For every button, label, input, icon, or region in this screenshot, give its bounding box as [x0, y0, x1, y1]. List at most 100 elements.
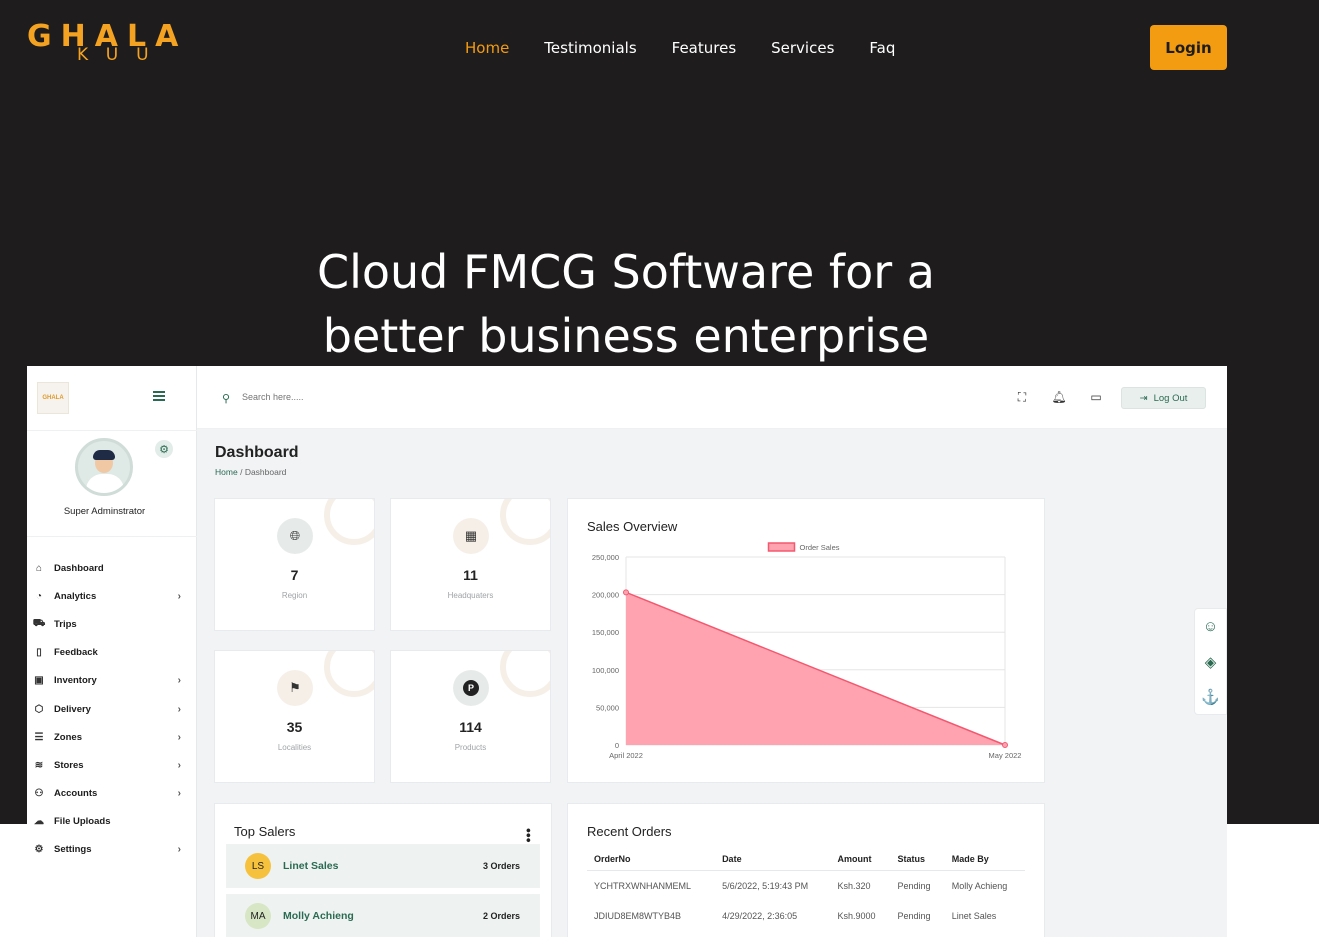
dashboard-topbar: ⚲ ⛶ 🔔︎ ▭ ⇥ Log Out	[197, 366, 1227, 429]
logo-text-sub: KUU	[77, 45, 167, 65]
chevron-right-icon: ›	[177, 675, 181, 687]
sidebar-menu: ⌂ Dashboard ◔ Analytics › ⛟ Trips ▯ Feedback …	[33, 554, 183, 864]
breadcrumb-current: Dashboard	[244, 467, 287, 477]
server-icon: ☰	[34, 731, 44, 743]
tablet-icon: ▯	[36, 647, 42, 659]
stat-label: Products	[454, 743, 487, 752]
login-button[interactable]: Login	[1150, 25, 1227, 70]
stat-value: 35	[286, 719, 303, 735]
sidebar-item-label: Dashboard	[54, 562, 104, 574]
saler-initials: MA	[245, 903, 271, 929]
breadcrumb-separator: /	[240, 467, 243, 477]
stat-value: 11	[463, 567, 478, 583]
logout-icon: ⇥	[1139, 392, 1148, 404]
smile-icon[interactable]: ☺	[1195, 609, 1226, 644]
chevron-right-icon: ›	[177, 759, 181, 771]
search-icon: ⚲	[222, 393, 231, 405]
sidebar-item-label: Feedback	[54, 647, 98, 659]
sidebar-item-accounts[interactable]: ⚇ Accounts ›	[33, 780, 183, 808]
recent-orders-title: Recent Orders	[587, 824, 672, 839]
table-row[interactable]: JDIUD8EM8WTYB4B 4/29/2022, 2:36:05 Ksh.9…	[587, 901, 1025, 931]
sidebar-item-dashboard[interactable]: ⌂ Dashboard	[33, 554, 183, 582]
data-point	[1002, 742, 1008, 748]
sidebar-item-settings[interactable]: ⚙ Settings ›	[33, 836, 183, 864]
profile-settings-icon[interactable]: ⚙	[155, 440, 173, 458]
menu-toggle-icon[interactable]	[153, 391, 165, 401]
stat-card-localities: ⚑ 35 Localities	[214, 650, 375, 783]
logout-button[interactable]: ⇥ Log Out	[1121, 387, 1206, 409]
bell-icon[interactable]: 🔔︎	[1051, 389, 1067, 405]
hero-title-line-1: Cloud FMCG Software for a	[316, 245, 935, 299]
cloud-upload-icon: ☁	[34, 816, 44, 828]
sales-overview-card: Sales Overview 0 50,000 100,000 150,000 200,…	[567, 498, 1045, 783]
top-salers-card: Top Salers ••• LS Linet Sales 3 Orders M…	[214, 803, 552, 937]
list-item[interactable]: MA Molly Achieng 2 Orders	[226, 894, 540, 937]
stat-value: 114	[459, 719, 482, 735]
table-cell: 5/6/2022, 5:19:43 PM	[722, 881, 809, 891]
main-nav: Home Testimonials Features Services Faq	[465, 38, 895, 58]
anchor-icon[interactable]: ⚓	[1195, 679, 1226, 714]
y-tick-label: 100,000	[592, 666, 619, 675]
nav-testimonials[interactable]: Testimonials	[544, 38, 636, 58]
stat-label: Headquaters	[447, 591, 494, 600]
gear-icon: ⚙	[34, 844, 44, 856]
saler-name: Molly Achieng	[283, 910, 354, 922]
chat-icon[interactable]: ▭	[1088, 389, 1104, 405]
saler-initials: LS	[245, 853, 271, 879]
pie-chart-icon: ◔	[35, 590, 43, 602]
sidebar-item-inventory[interactable]: ▣ Inventory ›	[33, 667, 183, 695]
building-icon: ▦	[453, 518, 489, 554]
breadcrumb-home[interactable]: Home	[215, 467, 238, 477]
search-input[interactable]	[242, 388, 442, 406]
sidebar-item-trips[interactable]: ⛟ Trips	[33, 610, 183, 638]
divider	[27, 536, 197, 537]
list-item[interactable]: LS Linet Sales 3 Orders	[226, 844, 540, 888]
hero-title: Cloud FMCG Software for a better busines…	[270, 240, 982, 368]
dashboard-preview: GHALA ⚙ Super Adminstrator ⌂ Dashboard ◔ A…	[27, 366, 1227, 937]
y-tick-label: 250,000	[592, 553, 619, 562]
nav-home[interactable]: Home	[465, 38, 509, 58]
sidebar-item-label: Stores	[54, 759, 84, 771]
column-header: Date	[715, 848, 831, 871]
globe-icon: 🌐︎	[277, 518, 313, 554]
nav-faq[interactable]: Faq	[869, 38, 895, 58]
x-tick-label: April 2022	[609, 751, 643, 760]
brand-logo[interactable]: GHALA KUU	[27, 22, 209, 66]
sidebar-item-file-uploads[interactable]: ☁ File Uploads	[33, 808, 183, 836]
more-options-icon[interactable]: •••	[521, 828, 537, 843]
sidebar-item-feedback[interactable]: ▯ Feedback	[33, 639, 183, 667]
sidebar-item-analytics[interactable]: ◔ Analytics ›	[33, 582, 183, 610]
recent-orders-table: OrderNo Date Amount Status Made By YCHTR…	[587, 848, 1025, 931]
box-icon: ▣	[34, 675, 44, 687]
column-header: Status	[890, 848, 945, 871]
sidebar-item-zones[interactable]: ☰ Zones ›	[33, 723, 183, 751]
dashboard-logo[interactable]: GHALA	[37, 382, 69, 414]
legend-swatch	[767, 542, 796, 552]
stat-value: 7	[290, 567, 299, 583]
layers-icon: ≋	[34, 759, 44, 771]
stat-label: Localities	[277, 743, 312, 752]
table-cell: Molly Achieng	[951, 881, 1008, 891]
layers-icon[interactable]: ◈	[1195, 644, 1226, 679]
sidebar-item-stores[interactable]: ≋ Stores ›	[33, 751, 183, 779]
sidebar-item-label: Analytics	[54, 590, 97, 602]
chevron-right-icon: ›	[177, 844, 181, 856]
chevron-right-icon: ›	[177, 590, 181, 602]
sidebar-item-delivery[interactable]: ⬡ Delivery ›	[33, 695, 183, 723]
chevron-right-icon: ›	[177, 731, 181, 743]
x-tick-label: May 2022	[989, 751, 1022, 760]
nav-services[interactable]: Services	[771, 38, 834, 58]
table-row[interactable]: YCHTRXWNHANMEML 5/6/2022, 5:19:43 PM Ksh…	[587, 871, 1025, 902]
package-icon: ⬡	[34, 703, 44, 715]
fullscreen-icon[interactable]: ⛶	[1014, 389, 1030, 405]
sales-overview-chart: 0 50,000 100,000 150,000 200,000 250,000 April…	[592, 542, 1022, 760]
nav-features[interactable]: Features	[672, 38, 737, 58]
table-cell: YCHTRXWNHANMEML	[594, 881, 692, 891]
avatar	[75, 438, 133, 496]
dashboard-sidebar: GHALA ⚙ Super Adminstrator ⌂ Dashboard ◔ A…	[27, 366, 197, 937]
table-cell: JDIUD8EM8WTYB4B	[594, 911, 682, 921]
saler-orders: 3 Orders	[482, 861, 520, 871]
table-header-row: OrderNo Date Amount Status Made By	[587, 848, 1025, 871]
divider	[27, 430, 197, 431]
sidebar-item-label: File Uploads	[54, 816, 111, 828]
